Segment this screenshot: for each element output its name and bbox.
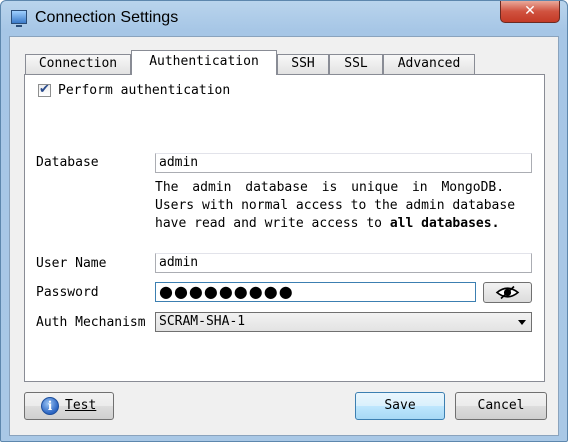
tab-advanced[interactable]: Advanced — [383, 54, 475, 74]
title-bar[interactable]: Connection Settings ✕ — [1, 1, 567, 35]
dropdown-arrow-icon — [518, 320, 526, 325]
help-line-3-emphasis: all databases — [389, 216, 492, 231]
connection-settings-window: Connection Settings ✕ Connection Authent… — [0, 0, 568, 442]
window-title: Connection Settings — [35, 9, 179, 26]
authentication-panel: ✔ Perform authentication Database admin … — [24, 74, 545, 382]
database-label: Database — [36, 155, 99, 170]
test-button[interactable]: i Test — [24, 392, 114, 420]
tab-authentication[interactable]: Authentication — [131, 50, 277, 75]
help-line-3: have read and write access to all databa… — [155, 215, 525, 233]
perform-authentication-label[interactable]: Perform authentication — [58, 83, 230, 98]
tab-ssh[interactable]: SSH — [277, 54, 329, 74]
help-line-3-text: have read and write access to — [155, 216, 390, 231]
user-name-input[interactable]: admin — [155, 253, 532, 273]
admin-database-help-text: The admin database is unique in MongoDB.… — [155, 179, 525, 233]
help-line-3-period: . — [491, 216, 500, 231]
help-line-2: Users with normal access to the admin da… — [155, 198, 516, 213]
tab-connection[interactable]: Connection — [25, 54, 131, 74]
auth-mechanism-select[interactable]: SCRAM-SHA-1 — [155, 312, 532, 332]
app-monitor-icon — [11, 10, 27, 27]
info-icon: i — [41, 397, 59, 415]
user-name-label: User Name — [36, 256, 107, 271]
password-label: Password — [36, 285, 99, 300]
auth-mechanism-selected-value: SCRAM-SHA-1 — [159, 314, 246, 329]
help-line-1: The admin database is unique in MongoDB. — [155, 180, 505, 195]
checkmark-icon: ✔ — [39, 82, 50, 97]
show-password-toggle-button[interactable] — [483, 282, 532, 303]
test-button-label: Test — [65, 398, 97, 413]
password-input[interactable]: ●●●●●●●●● — [155, 282, 476, 302]
database-input[interactable]: admin — [155, 153, 532, 173]
close-button[interactable]: ✕ — [500, 1, 560, 23]
cancel-button[interactable]: Cancel — [455, 392, 547, 420]
eye-slash-icon — [495, 285, 520, 300]
tab-ssl[interactable]: SSL — [329, 54, 383, 74]
auth-mechanism-label: Auth Mechanism — [36, 315, 146, 330]
save-button[interactable]: Save — [355, 392, 445, 420]
perform-authentication-checkbox[interactable]: ✔ — [38, 82, 51, 97]
dialog-body: Connection Authentication SSH SSL Advanc… — [9, 36, 559, 436]
